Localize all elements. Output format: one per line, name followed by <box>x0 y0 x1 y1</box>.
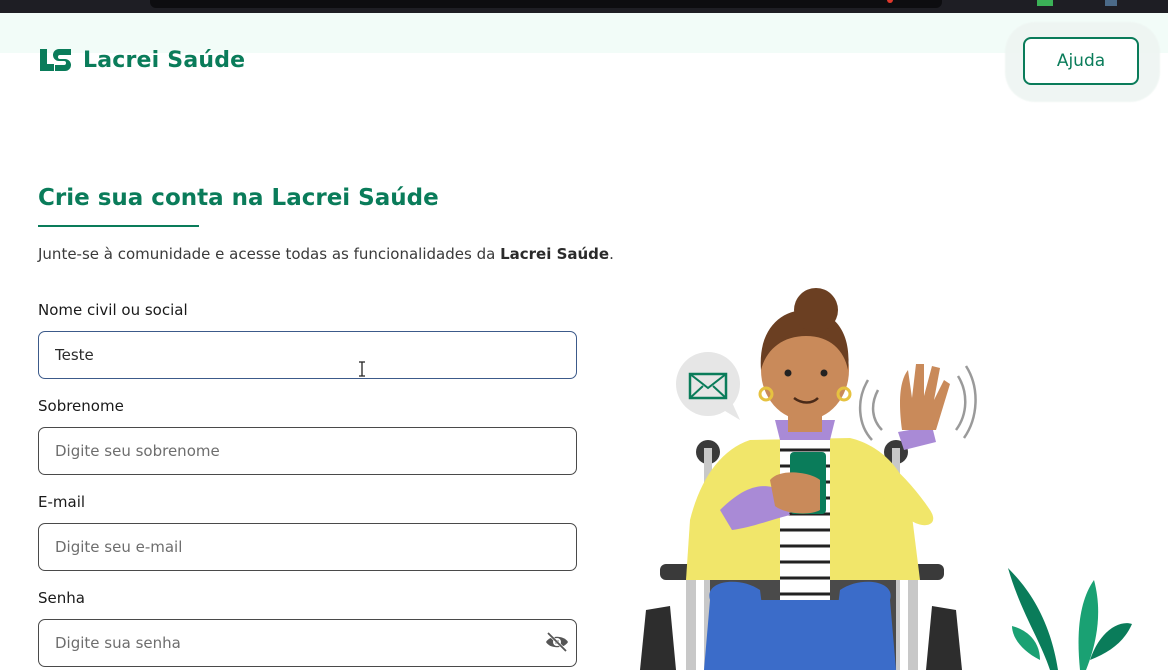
text-cursor-icon <box>359 361 365 377</box>
browser-top-bar <box>0 0 1168 13</box>
extension-icon <box>1037 0 1053 6</box>
password-input[interactable] <box>38 619 577 667</box>
email-input[interactable] <box>38 523 577 571</box>
title-underline <box>38 225 199 227</box>
help-button[interactable]: Ajuda <box>1023 37 1139 85</box>
brand-logo[interactable]: Lacrei Saúde <box>38 47 245 74</box>
envelope-icon <box>676 352 740 420</box>
password-label: Senha <box>38 589 85 607</box>
name-label: Nome civil ou social <box>38 301 188 319</box>
plant-decoration <box>1008 568 1132 670</box>
page-subtitle: Junte-se à comunidade e acesse todas as … <box>38 245 614 263</box>
surname-label: Sobrenome <box>38 397 124 415</box>
ls-logo-icon <box>40 49 71 71</box>
name-input[interactable] <box>38 331 577 379</box>
subtitle-brand: Lacrei Saúde <box>500 245 610 263</box>
brand-name: Lacrei Saúde <box>83 48 246 73</box>
subtitle-suffix: . <box>609 245 614 263</box>
address-bar <box>150 0 942 8</box>
wheelchair-user-illustration <box>640 288 1132 670</box>
email-label: E-mail <box>38 493 86 511</box>
subtitle-text: Junte-se à comunidade e acesse todas as … <box>38 245 501 263</box>
extension-icon <box>1105 0 1117 6</box>
eye-off-icon[interactable] <box>545 632 569 652</box>
surname-input[interactable] <box>38 427 577 475</box>
page-title: Crie sua conta na Lacrei Saúde <box>38 185 439 211</box>
